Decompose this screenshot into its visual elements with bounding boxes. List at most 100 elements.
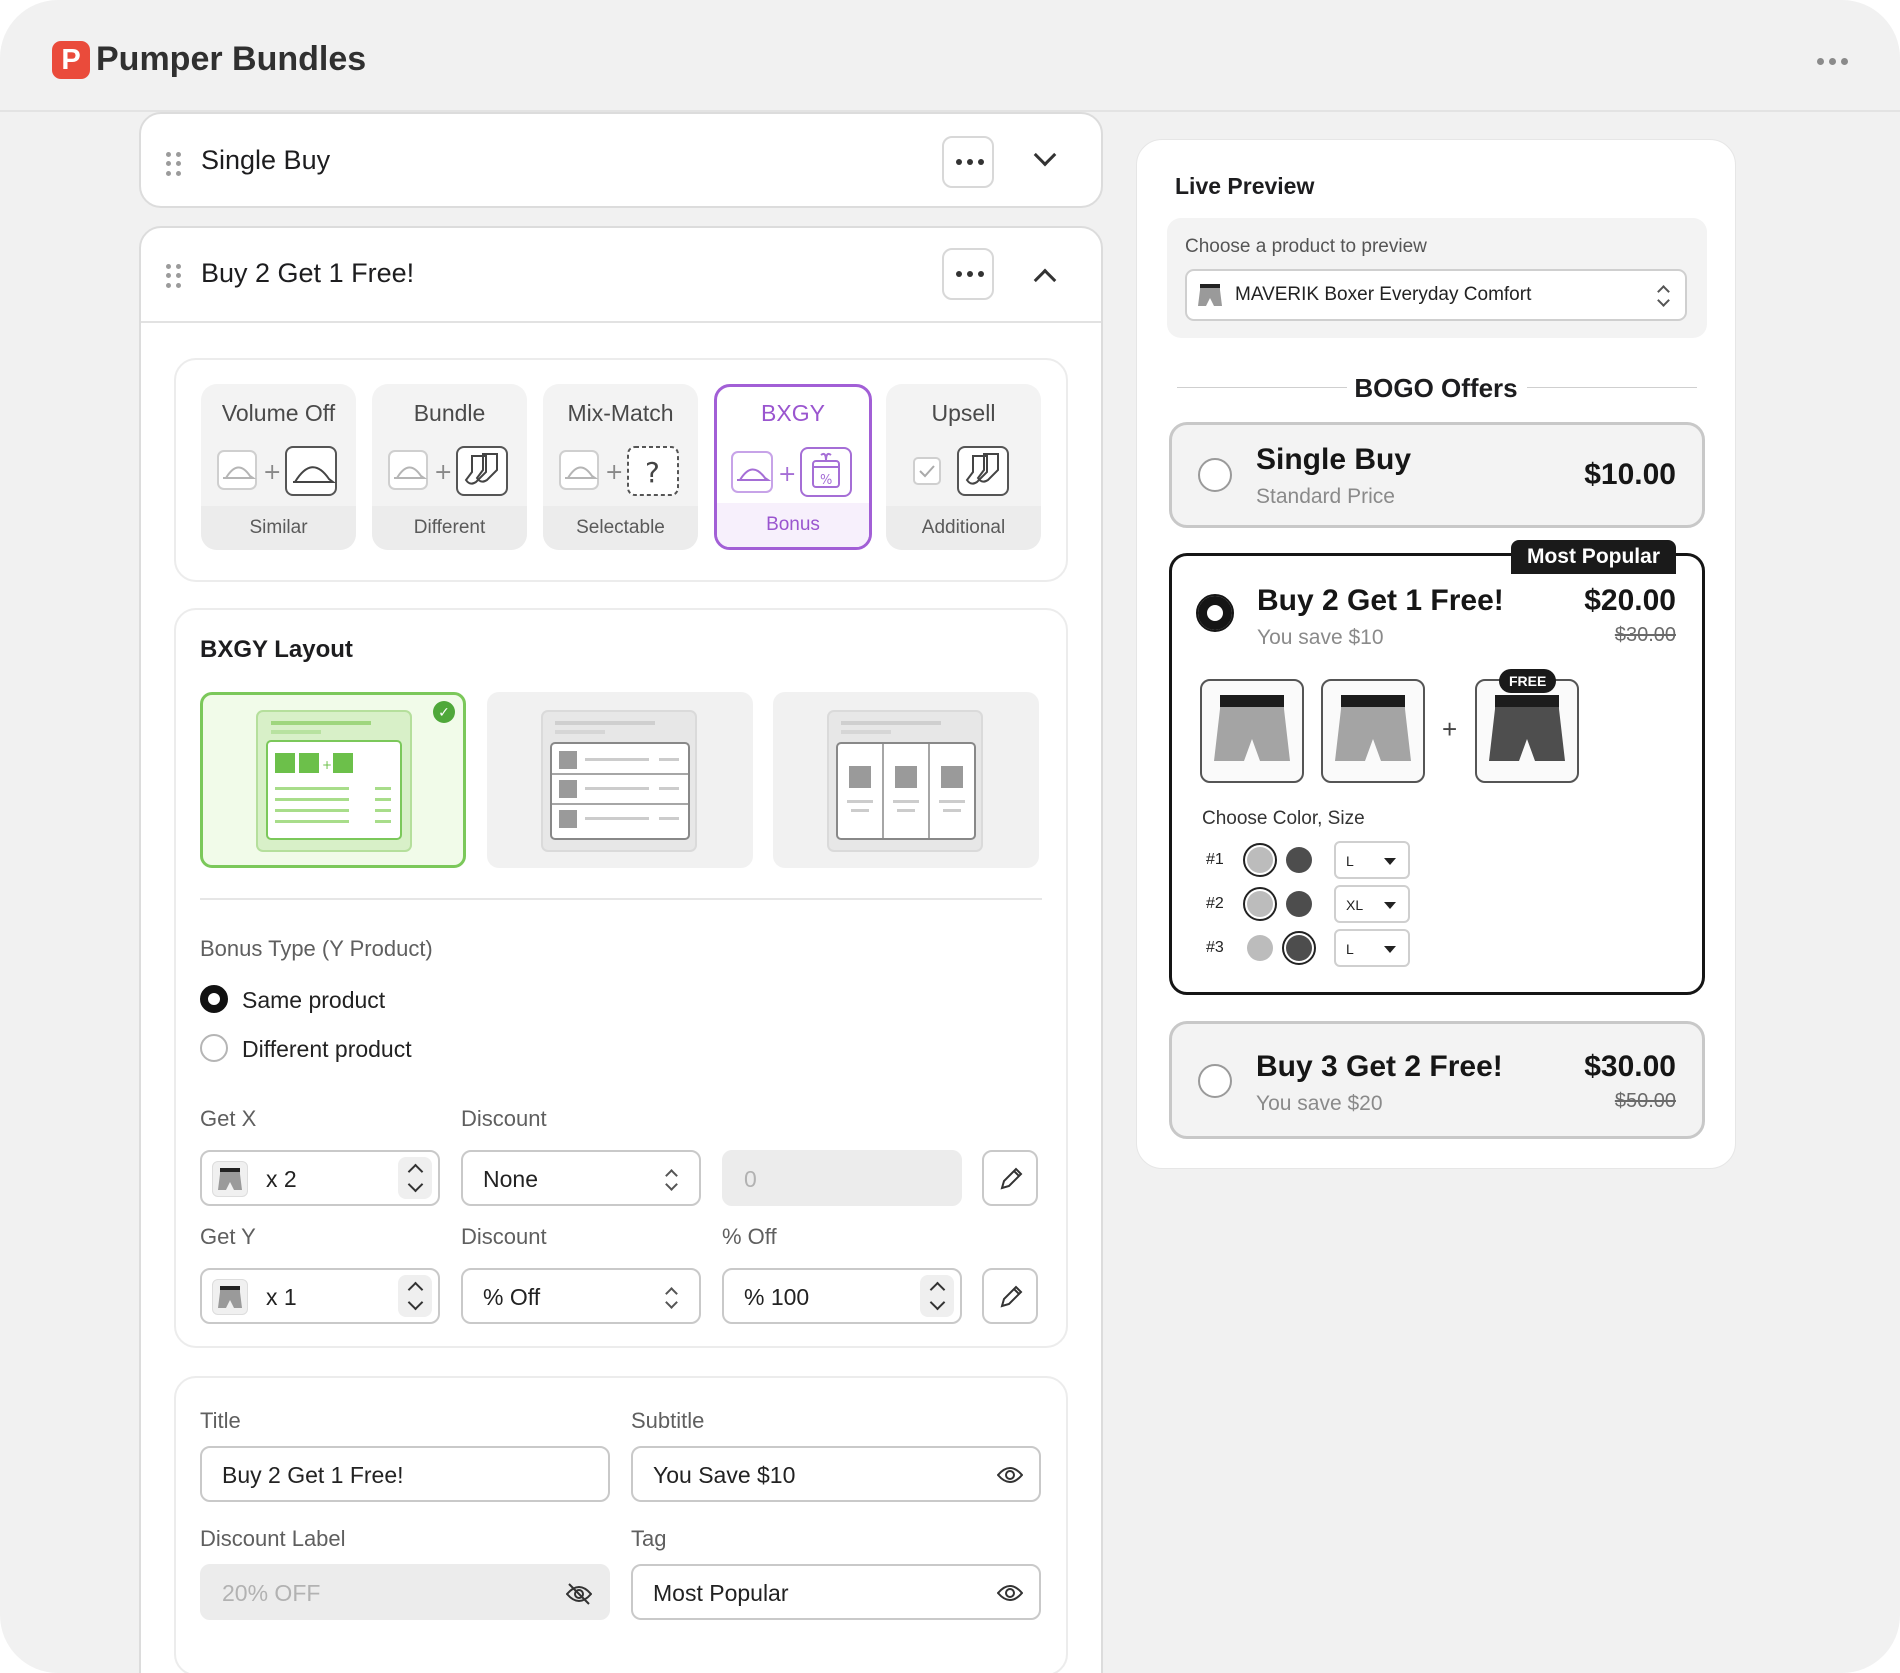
offer-radio[interactable]	[1196, 594, 1234, 632]
plus-sign: +	[1442, 714, 1458, 744]
size-select[interactable]: XL	[1334, 885, 1410, 923]
product-thumbnail	[212, 1161, 248, 1197]
tab-label: Bundle	[413, 400, 486, 426]
get-x-quantity-input[interactable]: x 2	[200, 1150, 440, 1206]
percent-value: % 100	[744, 1284, 810, 1310]
subtitle-input[interactable]: You Save $10	[631, 1446, 1041, 1502]
svg-text:+: +	[605, 460, 623, 485]
more-actions-button[interactable]	[942, 136, 994, 188]
discount-label-input[interactable]: 20% OFF	[200, 1564, 610, 1620]
tab-illustration: + ?	[543, 442, 698, 498]
eye-off-icon[interactable]	[566, 1582, 592, 1606]
eye-icon[interactable]	[997, 1582, 1023, 1604]
bundle-card-single-buy[interactable]: Single Buy	[139, 112, 1103, 208]
bundle-title: Single Buy	[201, 145, 331, 175]
product-image	[1321, 679, 1425, 783]
offer-subtitle: You save $10	[1257, 626, 1384, 649]
offer-option-single-buy[interactable]: Single Buy Standard Price $10.00	[1169, 422, 1705, 528]
size-select[interactable]: L	[1334, 929, 1410, 967]
offer-title: Buy 3 Get 2 Free!	[1256, 1050, 1503, 1083]
layout-option-bundle[interactable]: ✓ +	[200, 692, 466, 868]
product-picker-label: Choose a product to preview	[1185, 236, 1427, 257]
get-y-quantity-input[interactable]: x 1	[200, 1268, 440, 1324]
offer-original-price: $30.00	[1614, 624, 1676, 646]
cap-icon	[731, 451, 773, 493]
select-value: None	[483, 1166, 538, 1192]
product-select[interactable]: MAVERIK Boxer Everyday Comfort	[1185, 269, 1687, 321]
offer-radio[interactable]	[1198, 458, 1232, 492]
app-logo: P	[52, 41, 90, 79]
type-tab-bxgy[interactable]: BXGY + % Bonus	[714, 384, 872, 550]
title-input[interactable]: Buy 2 Get 1 Free!	[200, 1446, 610, 1502]
quantity-value: x 2	[266, 1166, 297, 1192]
tab-label: Mix-Match	[567, 400, 674, 426]
offer-radio[interactable]	[1198, 1064, 1232, 1098]
subtitle-label: Subtitle	[631, 1408, 705, 1433]
edit-button[interactable]	[982, 1268, 1038, 1324]
offer-option-buy3get2[interactable]: Buy 3 Get 2 Free! You save $20 $30.00 $5…	[1169, 1021, 1705, 1139]
size-select[interactable]: L	[1334, 841, 1410, 879]
layout-illustration	[827, 710, 983, 852]
drag-handle-icon[interactable]	[166, 152, 182, 176]
expand-chevron-icon[interactable]	[1033, 143, 1057, 167]
edit-button[interactable]	[982, 1150, 1038, 1206]
svg-text:%: %	[820, 473, 832, 488]
color-swatch-dark[interactable]	[1286, 847, 1312, 873]
radio-label: Different product	[242, 1036, 412, 1062]
tab-label: Upsell	[931, 400, 996, 426]
tag-input[interactable]: Most Popular	[631, 1564, 1041, 1620]
percent-stepper[interactable]	[920, 1275, 954, 1317]
color-swatch-dark[interactable]	[1282, 931, 1316, 965]
gift-percent-icon: %	[800, 447, 852, 497]
layout-option-list[interactable]	[487, 692, 753, 868]
variant-row-label: #1	[1206, 851, 1224, 868]
svg-text:+: +	[434, 460, 452, 485]
type-tab-mix-match[interactable]: Mix-Match + ? Selectable	[543, 384, 698, 550]
type-tab-bundle[interactable]: Bundle + Different	[372, 384, 527, 550]
cap-icon	[285, 446, 337, 496]
layout-option-grid[interactable]	[773, 692, 1039, 868]
app-window: P Pumper Bundles Single Buy Buy 2 Get 1 …	[0, 0, 1900, 1673]
svg-text:+: +	[322, 758, 332, 772]
most-popular-badge: Most Popular	[1510, 540, 1676, 574]
get-y-discount-select[interactable]: % Off	[461, 1268, 701, 1324]
get-x-value-input: 0	[722, 1150, 962, 1206]
discount-label: Discount	[461, 1224, 547, 1249]
radio-different-product[interactable]	[200, 1034, 228, 1062]
input-value: Most Popular	[653, 1580, 789, 1606]
divider-right	[1527, 387, 1697, 388]
radio-same-product[interactable]	[200, 985, 228, 1013]
quantity-stepper[interactable]	[398, 1157, 432, 1199]
top-bar: P Pumper Bundles	[0, 0, 1900, 112]
cap-icon	[559, 450, 599, 490]
get-y-percent-input[interactable]: % 100	[722, 1268, 962, 1324]
bxgy-config-panel: BXGY Layout ✓ + Bonus Type (Y Product) S…	[174, 608, 1068, 1348]
type-tab-upsell[interactable]: Upsell Additional	[886, 384, 1041, 550]
offer-original-price: $50.00	[1614, 1090, 1676, 1112]
select-value: % Off	[483, 1284, 541, 1310]
eye-icon[interactable]	[997, 1464, 1023, 1486]
drag-handle-icon[interactable]	[166, 264, 182, 288]
color-swatch-light[interactable]	[1243, 887, 1277, 921]
svg-text:+: +	[778, 462, 796, 487]
more-actions-button[interactable]	[942, 248, 994, 300]
type-tab-volume-off[interactable]: Volume Off + Similar	[201, 384, 356, 550]
select-updown-icon	[665, 1169, 677, 1191]
offer-price: $10.00	[1584, 458, 1676, 491]
offer-price: $20.00	[1584, 584, 1676, 617]
offer-option-buy2get1[interactable]: Most Popular Buy 2 Get 1 Free! You save …	[1169, 540, 1705, 995]
discount-label: Discount	[461, 1106, 547, 1131]
color-swatch-dark[interactable]	[1286, 891, 1312, 917]
section-title: BXGY Layout	[200, 636, 353, 663]
tab-label: Volume Off	[221, 400, 336, 426]
offers-heading: BOGO Offers	[1354, 373, 1518, 403]
layout-illustration: +	[256, 710, 412, 852]
quantity-stepper[interactable]	[398, 1275, 432, 1317]
color-swatch-light[interactable]	[1247, 935, 1273, 961]
get-x-label: Get X	[200, 1106, 257, 1131]
app-menu-icon[interactable]	[1817, 58, 1848, 65]
color-swatch-light[interactable]	[1243, 843, 1277, 877]
divider	[200, 898, 1042, 900]
pencil-icon	[1000, 1167, 1023, 1190]
get-x-discount-select[interactable]: None	[461, 1150, 701, 1206]
